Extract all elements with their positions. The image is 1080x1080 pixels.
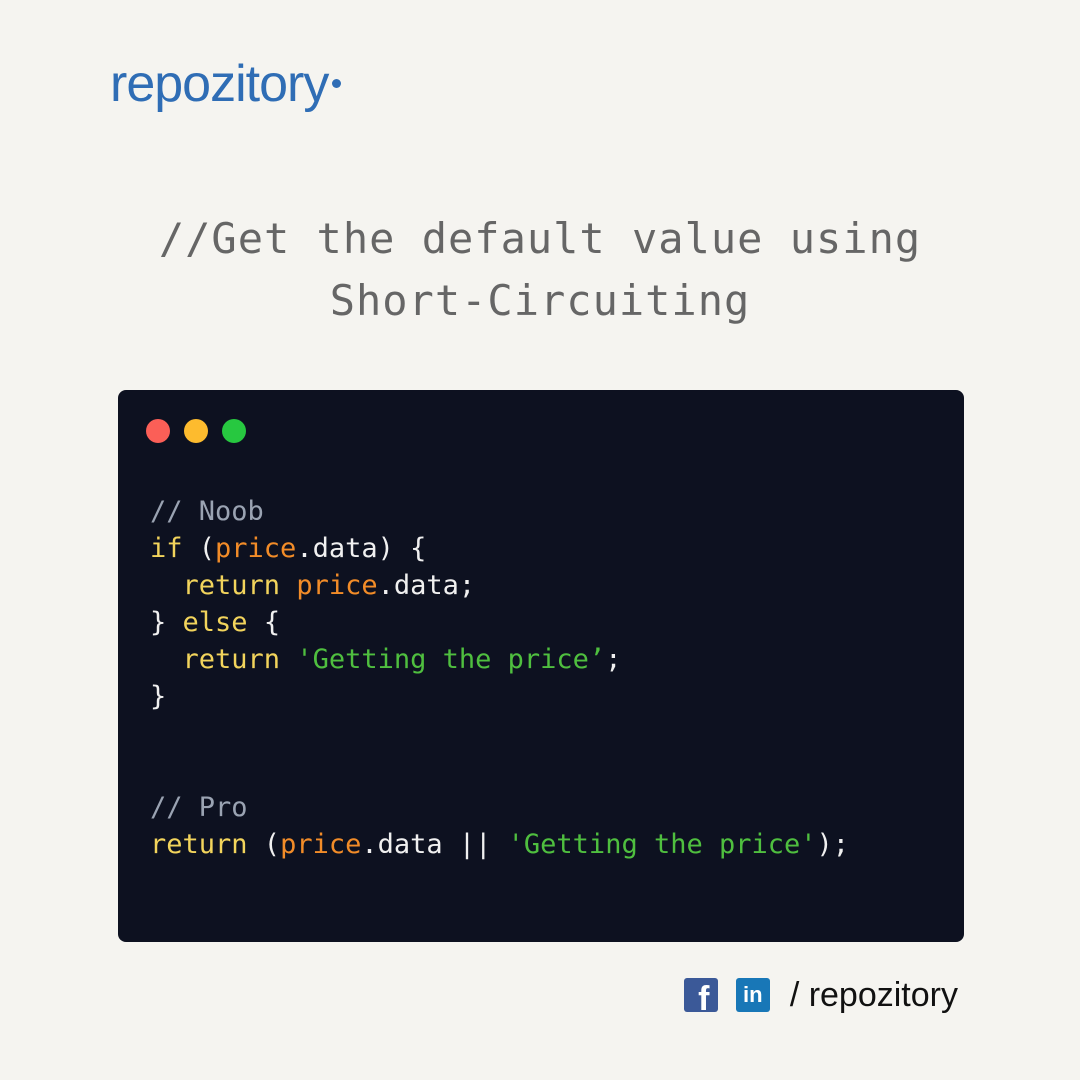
brand-dot-icon xyxy=(332,78,342,88)
price-string: 'Getting the price’ xyxy=(296,644,606,675)
social-handle-text: / repozitory xyxy=(789,976,958,1014)
code-line-noob-comment: // Noob xyxy=(150,493,849,530)
return-keyword: return xyxy=(150,829,248,860)
headline-line-1: //Get the default value using xyxy=(158,214,922,263)
code-line-return-data: return price.data; xyxy=(182,570,476,601)
code-line-close-brace: } xyxy=(150,681,167,712)
noob-comment: // Noob xyxy=(150,496,264,527)
minimize-window-icon xyxy=(184,419,208,443)
brand-name: repozitory xyxy=(110,55,329,113)
facebook-icon[interactable]: f xyxy=(683,978,718,1012)
window-controls xyxy=(146,419,246,443)
code-snippet: // Noob if (price.data) { return price.da… xyxy=(150,493,849,863)
close-window-icon xyxy=(146,419,170,443)
social-handle: f in / repozitory xyxy=(683,976,958,1014)
code-line-return-string: return 'Getting the price’; xyxy=(182,644,622,675)
headline-line-2: Short-Circuiting xyxy=(329,276,751,325)
code-line-pro-return: return (price.data || 'Getting the price… xyxy=(150,829,850,860)
brand-logo: repozitory xyxy=(110,55,342,113)
maximize-window-icon xyxy=(222,419,246,443)
price-variable: price xyxy=(296,570,378,601)
code-line-pro-comment: // Pro xyxy=(150,789,849,826)
post-headline: //Get the default value using Short-Circ… xyxy=(0,208,1080,332)
else-keyword: else xyxy=(182,607,248,638)
if-keyword: if xyxy=(150,533,183,564)
linkedin-icon[interactable]: in xyxy=(735,978,770,1012)
code-line-else: } else { xyxy=(150,607,281,638)
return-keyword: return xyxy=(182,644,281,675)
pro-comment: // Pro xyxy=(150,792,248,823)
return-keyword: return xyxy=(182,570,281,601)
pro-string: 'Getting the price' xyxy=(507,829,817,860)
price-variable: price xyxy=(280,829,362,860)
code-line-if: if (price.data) { xyxy=(150,533,427,564)
price-variable: price xyxy=(215,533,297,564)
